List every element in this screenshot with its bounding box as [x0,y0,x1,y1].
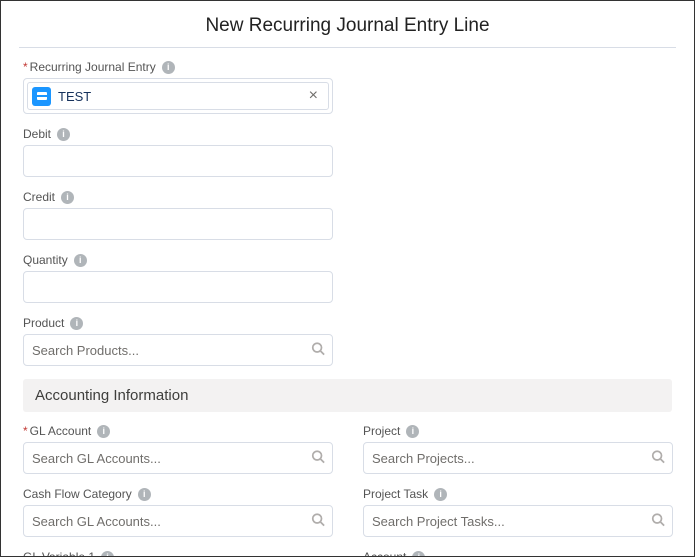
field-project: Project i [363,424,673,474]
label-text: Project Task [363,487,428,501]
field-account: Account i [363,550,673,557]
label-text: Debit [23,127,51,141]
required-marker: * [23,424,28,438]
selected-pill: TEST × [27,82,329,110]
label-quantity: Quantity i [23,253,672,267]
required-marker: * [23,60,28,74]
lookup-recurring-journal-entry[interactable]: TEST × [23,78,333,114]
info-icon[interactable]: i [412,551,425,557]
label-credit: Credit i [23,190,672,204]
info-icon[interactable]: i [406,425,419,438]
label-text: GL Account [30,424,92,438]
accounting-columns: * GL Account i Cash Flow Category i [23,424,672,557]
label-text: Account [363,550,406,557]
input-quantity[interactable] [23,271,333,303]
input-credit[interactable] [23,208,333,240]
info-icon[interactable]: i [74,254,87,267]
label-account: Account i [363,550,673,557]
field-credit: Credit i [23,190,672,240]
label-gl-account: * GL Account i [23,424,333,438]
info-icon[interactable]: i [101,551,114,557]
info-icon[interactable]: i [162,61,175,74]
page-title: New Recurring Journal Entry Line [19,15,676,37]
label-recurring-journal-entry: * Recurring Journal Entry i [23,60,672,74]
label-text: Cash Flow Category [23,487,132,501]
form-body: * Recurring Journal Entry i TEST × Debit… [1,48,694,557]
column-left: * GL Account i Cash Flow Category i [23,424,333,557]
input-debit[interactable] [23,145,333,177]
column-right: Project i Project Task i [363,424,673,557]
lookup-project-task [363,505,673,537]
input-product[interactable] [23,334,333,366]
lookup-product [23,334,333,366]
modal-header: New Recurring Journal Entry Line [19,1,676,48]
input-cash-flow-category[interactable] [23,505,333,537]
field-quantity: Quantity i [23,253,672,303]
pill-label: TEST [58,89,305,104]
label-text: Quantity [23,253,68,267]
record-icon [32,87,51,106]
field-cash-flow-category: Cash Flow Category i [23,487,333,537]
info-icon[interactable]: i [57,128,70,141]
info-icon[interactable]: i [97,425,110,438]
label-text: Recurring Journal Entry [30,60,156,74]
field-gl-account: * GL Account i [23,424,333,474]
input-gl-account[interactable] [23,442,333,474]
label-project-task: Project Task i [363,487,673,501]
info-icon[interactable]: i [61,191,74,204]
label-debit: Debit i [23,127,672,141]
modal: New Recurring Journal Entry Line * Recur… [0,0,695,557]
info-icon[interactable]: i [138,488,151,501]
remove-icon[interactable]: × [305,88,322,104]
label-text: Project [363,424,400,438]
field-gl-variable-1: GL Variable 1 i [23,550,333,557]
info-icon[interactable]: i [434,488,447,501]
label-text: GL Variable 1 [23,550,95,557]
field-debit: Debit i [23,127,672,177]
label-cash-flow-category: Cash Flow Category i [23,487,333,501]
input-project-task[interactable] [363,505,673,537]
lookup-project [363,442,673,474]
lookup-cash-flow-category [23,505,333,537]
label-project: Project i [363,424,673,438]
label-text: Credit [23,190,55,204]
field-product: Product i [23,316,672,366]
label-product: Product i [23,316,672,330]
field-project-task: Project Task i [363,487,673,537]
lookup-gl-account [23,442,333,474]
input-project[interactable] [363,442,673,474]
field-recurring-journal-entry: * Recurring Journal Entry i TEST × [23,60,672,114]
info-icon[interactable]: i [70,317,83,330]
label-text: Product [23,316,64,330]
section-accounting-information: Accounting Information [23,379,672,412]
label-gl-variable-1: GL Variable 1 i [23,550,333,557]
